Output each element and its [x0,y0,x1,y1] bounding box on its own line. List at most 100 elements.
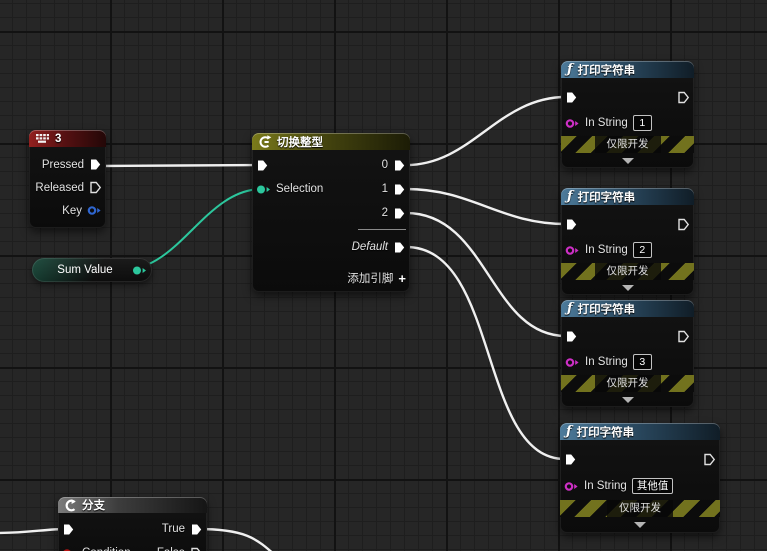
collapse-button[interactable] [561,280,694,295]
pin-row-key: Key [29,199,106,222]
exec-pin-in[interactable] [565,218,578,231]
collapse-button[interactable] [560,517,720,532]
pin-label: True [162,523,185,535]
node-print-string-4[interactable]: ƒ 打印字符串 In String 其他值 仅限开发 [560,423,720,533]
pin-label: In String [584,480,627,492]
exec-pin-case1[interactable] [393,183,406,196]
development-only-banner: 仅限开发 [561,263,694,280]
pin-row-in-string: In String 3 [561,349,694,375]
pin-row-exec-true: True [58,517,207,541]
pin-row-in-string: In String 其他值 [560,472,720,500]
pin-label: In String [585,356,628,368]
wire-exec-case0-to-print1[interactable] [406,97,566,165]
data-pin-condition[interactable] [62,548,77,551]
node-header[interactable]: ƒ 打印字符串 [560,423,720,440]
branch-arrow-icon [64,499,77,512]
node-get-sum-value[interactable]: Sum Value [32,258,152,282]
function-icon: ƒ [567,190,573,203]
pin-row-default: Default [252,235,410,259]
in-string-value-field[interactable]: 其他值 [632,478,674,494]
node-print-string-2[interactable]: ƒ 打印字符串 In String 2 仅限开发 [561,188,694,295]
pin-label: Key [62,205,82,217]
wire-exec-branch-true-out[interactable] [197,529,296,551]
add-pin-button[interactable]: 添加引脚 + [347,270,406,286]
pin-label: In String [585,117,628,129]
pin-label: Pressed [42,159,84,171]
wire-exec-case1-to-print2[interactable] [406,189,566,224]
pin-label: 1 [382,183,388,195]
node-title: 分支 [82,497,105,513]
exec-pin-in[interactable] [256,159,269,172]
in-string-value-field[interactable]: 2 [633,242,652,258]
triangle-down-icon [622,285,634,291]
exec-pin-in[interactable] [62,523,75,536]
wire-exec-default-to-print4[interactable] [406,247,565,459]
pin-label: 0 [382,159,388,171]
node-title: 3 [55,133,61,145]
data-pin-sum-value-out[interactable] [132,265,147,276]
node-header[interactable]: 分支 [58,497,207,513]
exec-pin-released[interactable] [89,181,102,194]
data-pin-in-string[interactable] [565,245,580,256]
exec-pin-out[interactable] [677,330,690,343]
exec-pin-pressed[interactable] [89,158,102,171]
collapse-button[interactable] [561,153,694,168]
node-branch[interactable]: 分支 True Condition False [58,497,207,551]
function-icon: ƒ [567,302,573,315]
node-switch-on-int[interactable]: 切换整型 0 Selection 1 2 [252,133,410,292]
development-only-banner: 仅限开发 [561,375,694,392]
exec-pin-true[interactable] [190,523,203,536]
pin-divider [358,229,406,230]
exec-pin-in[interactable] [565,91,578,104]
data-pin-key[interactable] [87,205,102,216]
pin-row-exec [561,211,694,237]
node-print-string-3[interactable]: ƒ 打印字符串 In String 3 仅限开发 [561,300,694,407]
data-pin-in-string[interactable] [565,118,580,129]
pin-label: Selection [276,183,323,195]
pin-row-pressed: Pressed [29,153,106,176]
node-header[interactable]: ƒ 打印字符串 [561,61,694,78]
pin-label: 2 [382,207,388,219]
data-pin-in-string[interactable] [565,357,580,368]
wire-exec-case2-to-print3[interactable] [406,213,566,336]
pin-row-exec [561,84,694,110]
pin-row-exec-case0: 0 [252,153,410,177]
node-header[interactable]: ƒ 打印字符串 [561,300,694,317]
exec-pin-out[interactable] [703,453,716,466]
node-header[interactable]: 切换整型 [252,133,410,150]
node-header[interactable]: 3 [29,130,106,147]
exec-pin-out[interactable] [677,91,690,104]
exec-pin-out[interactable] [677,218,690,231]
pin-row-in-string: In String 2 [561,237,694,263]
blueprint-graph-canvas[interactable]: 3 Pressed Released Key 切换整型 0 [0,0,767,551]
exec-pin-case0[interactable] [393,159,406,172]
in-string-value-field[interactable]: 1 [633,115,652,131]
pin-row-case2: 2 [252,201,410,225]
node-print-string-1[interactable]: ƒ 打印字符串 In String 1 仅限开发 [561,61,694,168]
wire-exec-pressed-to-switch[interactable] [98,165,262,166]
exec-pin-default[interactable] [393,241,406,254]
function-icon: ƒ [567,63,573,76]
pin-row-exec [560,446,720,472]
pin-row-in-string: In String 1 [561,110,694,136]
node-title: 打印字符串 [578,189,636,205]
exec-pin-in[interactable] [565,330,578,343]
node-header[interactable]: ƒ 打印字符串 [561,188,694,205]
development-only-banner: 仅限开发 [561,136,694,153]
switch-icon [258,135,272,149]
triangle-down-icon [622,158,634,164]
exec-pin-case2[interactable] [393,207,406,220]
node-input-key-3[interactable]: 3 Pressed Released Key [29,130,106,228]
exec-pin-false[interactable] [190,547,203,551]
node-title: 打印字符串 [578,62,636,78]
data-pin-in-string[interactable] [564,481,579,492]
pin-label: In String [585,244,628,256]
development-only-banner: 仅限开发 [560,500,720,517]
collapse-button[interactable] [561,392,694,407]
pin-row-condition-false: Condition False [58,541,207,551]
plus-icon: + [398,272,406,285]
data-pin-selection[interactable] [256,184,271,195]
function-icon: ƒ [566,425,572,438]
exec-pin-in[interactable] [564,453,577,466]
in-string-value-field[interactable]: 3 [633,354,652,370]
